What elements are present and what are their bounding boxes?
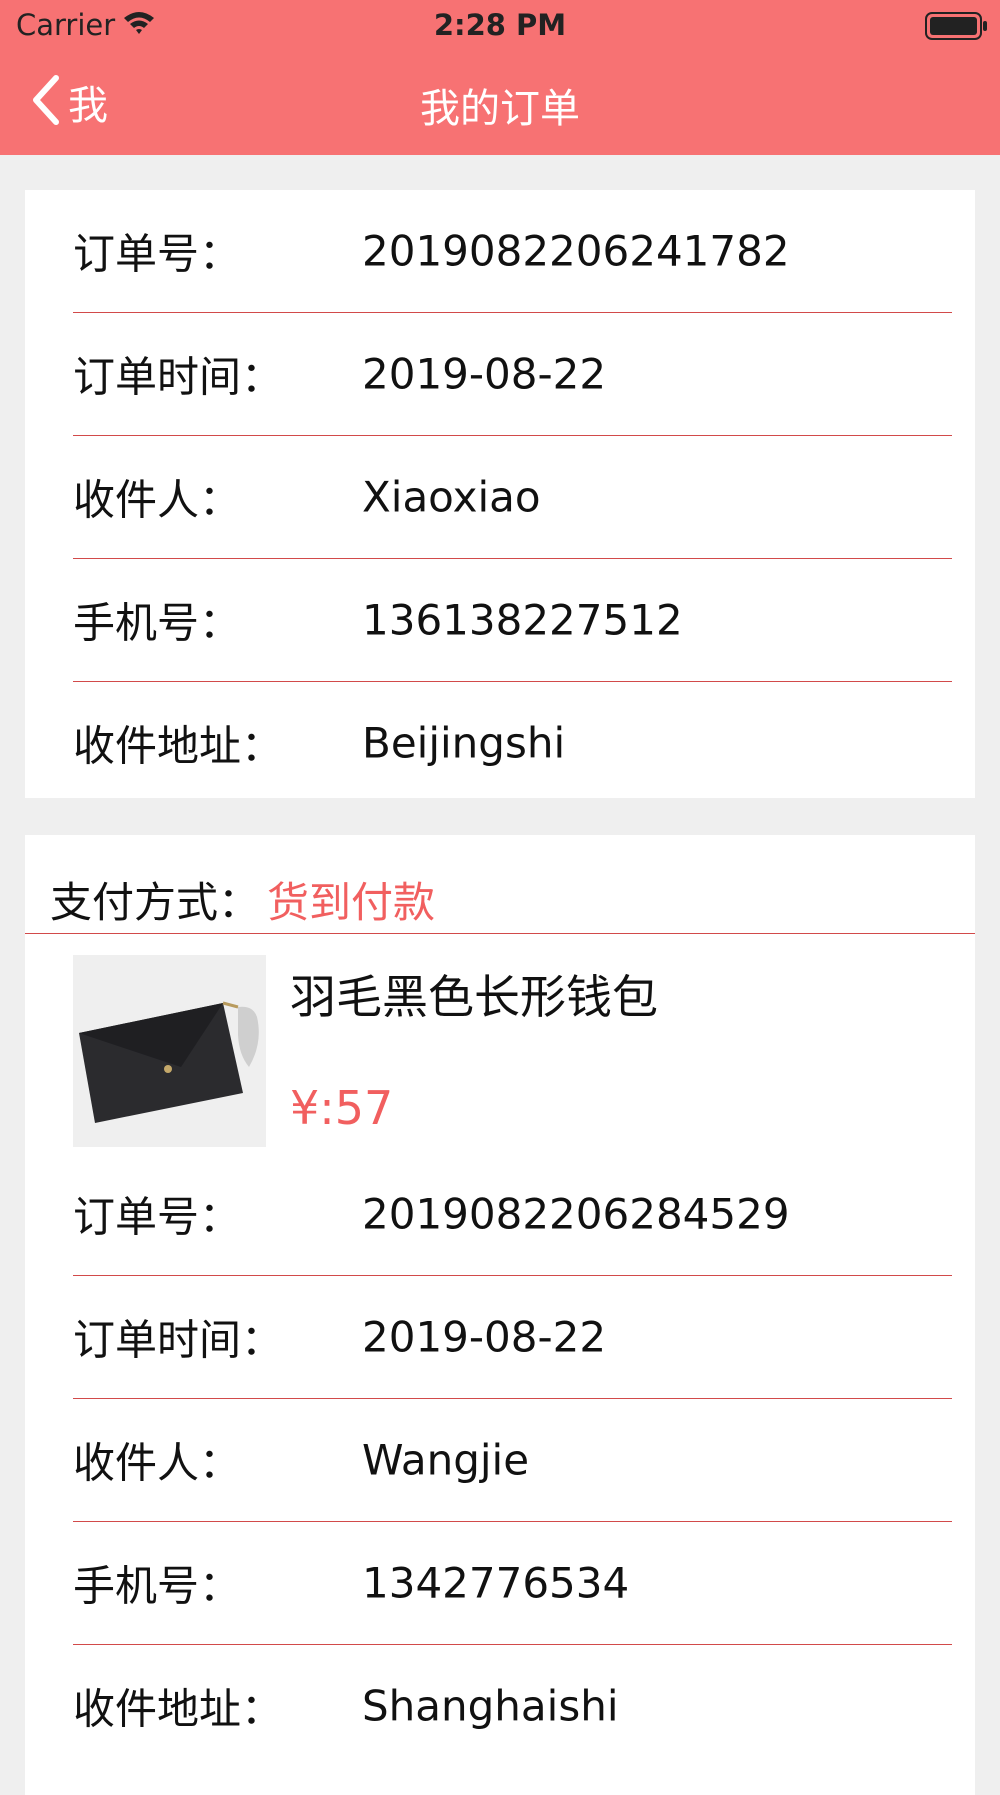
order-time-label: 订单时间： bbox=[73, 352, 284, 402]
payment-method-label: 支付方式： bbox=[50, 878, 261, 927]
page-title: 我的订单 bbox=[420, 86, 580, 132]
address-label: 收件地址： bbox=[73, 1684, 284, 1734]
order-card: 订单号： 2019082206241782 订单时间： 2019-08-22 收… bbox=[25, 190, 975, 798]
phone-value: 136138227512 bbox=[362, 595, 683, 645]
recipient-label: 收件人： bbox=[73, 1438, 242, 1488]
order-time-row: 订单时间： 2019-08-22 bbox=[73, 1276, 952, 1399]
order-number-label: 订单号： bbox=[73, 229, 242, 279]
address-row: 收件地址： Shanghaishi bbox=[73, 1645, 952, 1767]
recipient-row: 收件人： Wangjie bbox=[73, 1399, 952, 1522]
order-time-label: 订单时间： bbox=[73, 1315, 284, 1365]
address-row: 收件地址： Beijingshi bbox=[73, 682, 952, 804]
payment-method-value: 货到付款 bbox=[267, 878, 436, 927]
phone-row: 手机号： 1342776534 bbox=[73, 1522, 952, 1645]
product-item[interactable]: 羽毛黑色长形钱包 ¥:57 bbox=[25, 933, 975, 1153]
address-value: Shanghaishi bbox=[362, 1681, 619, 1731]
product-name: 羽毛黑色长形钱包 bbox=[290, 970, 658, 1024]
order-time-value: 2019-08-22 bbox=[362, 349, 607, 399]
battery-icon bbox=[925, 12, 989, 44]
product-price: ¥:57 bbox=[290, 1081, 394, 1135]
product-image bbox=[73, 955, 266, 1147]
address-label: 收件地址： bbox=[73, 721, 284, 771]
order-time-row: 订单时间： 2019-08-22 bbox=[73, 313, 952, 436]
phone-row: 手机号： 136138227512 bbox=[73, 559, 952, 682]
order-number-row: 订单号： 2019082206241782 bbox=[73, 190, 952, 313]
address-value: Beijingshi bbox=[362, 718, 566, 768]
recipient-value: Xiaoxiao bbox=[362, 472, 541, 522]
recipient-label: 收件人： bbox=[73, 475, 242, 525]
recipient-value: Wangjie bbox=[362, 1435, 530, 1485]
phone-label: 手机号： bbox=[73, 598, 242, 648]
order-number-label: 订单号： bbox=[73, 1192, 242, 1242]
nav-bar: 我 我的订单 bbox=[0, 60, 1000, 140]
phone-value: 1342776534 bbox=[362, 1558, 630, 1608]
status-bar: Carrier 2:28 PM bbox=[0, 0, 1000, 50]
status-time: 2:28 PM bbox=[433, 8, 567, 42]
header: Carrier 2:28 PM 我 我的订单 bbox=[0, 0, 1000, 155]
order-card: 支付方式： 货到付款 羽毛黑色长形钱包 ¥:57 订单号： 2019082206… bbox=[25, 835, 975, 1795]
order-number-value: 2019082206241782 bbox=[362, 226, 790, 276]
order-number-row: 订单号： 2019082206284529 bbox=[73, 1153, 952, 1276]
payment-method-row: 支付方式： 货到付款 bbox=[25, 835, 975, 934]
order-number-value: 2019082206284529 bbox=[362, 1189, 790, 1239]
phone-label: 手机号： bbox=[73, 1561, 242, 1611]
order-time-value: 2019-08-22 bbox=[362, 1312, 607, 1362]
recipient-row: 收件人： Xiaoxiao bbox=[73, 436, 952, 559]
